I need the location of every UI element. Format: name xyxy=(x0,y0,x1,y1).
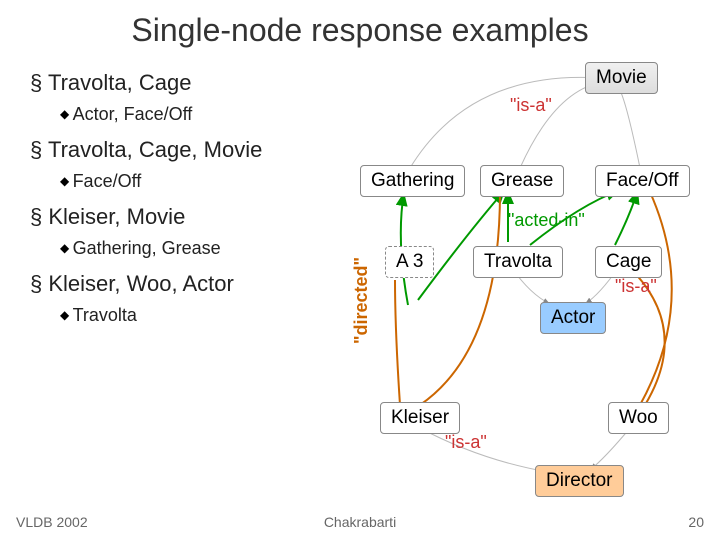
node-kleiser: Kleiser xyxy=(380,402,460,434)
query-3: Kleiser, Movie xyxy=(30,204,340,230)
node-director: Director xyxy=(535,465,624,497)
footer-center: Chakrabarti xyxy=(324,514,396,530)
edge-label-actedin: "acted-in" xyxy=(508,210,585,231)
left-list: Travolta, Cage Actor, Face/Off Travolta,… xyxy=(30,62,340,338)
node-a3: A 3 xyxy=(385,246,434,278)
query-1: Travolta, Cage xyxy=(30,70,340,96)
footer-right: 20 xyxy=(688,514,704,530)
answer-2: Face/Off xyxy=(60,171,340,192)
node-woo: Woo xyxy=(608,402,669,434)
answer-3: Gathering, Grease xyxy=(60,238,340,259)
answer-4: Travolta xyxy=(60,305,340,326)
node-movie: Movie xyxy=(585,62,658,94)
edge-label-isa-mid: "is-a" xyxy=(615,276,657,297)
node-travolta: Travolta xyxy=(473,246,563,278)
node-cage: Cage xyxy=(595,246,662,278)
node-faceoff: Face/Off xyxy=(595,165,690,197)
query-4: Kleiser, Woo, Actor xyxy=(30,271,340,297)
edge-label-isa-top: "is-a" xyxy=(510,95,552,116)
footer-left: VLDB 2002 xyxy=(16,514,88,530)
edge-label-isa-bot: "is-a" xyxy=(445,432,487,453)
query-2: Travolta, Cage, Movie xyxy=(30,137,340,163)
answer-1: Actor, Face/Off xyxy=(60,104,340,125)
edge-label-directed: "directed" xyxy=(351,257,372,344)
node-grease: Grease xyxy=(480,165,564,197)
node-actor: Actor xyxy=(540,302,606,334)
page-title: Single-node response examples xyxy=(0,0,720,57)
node-gathering: Gathering xyxy=(360,165,465,197)
